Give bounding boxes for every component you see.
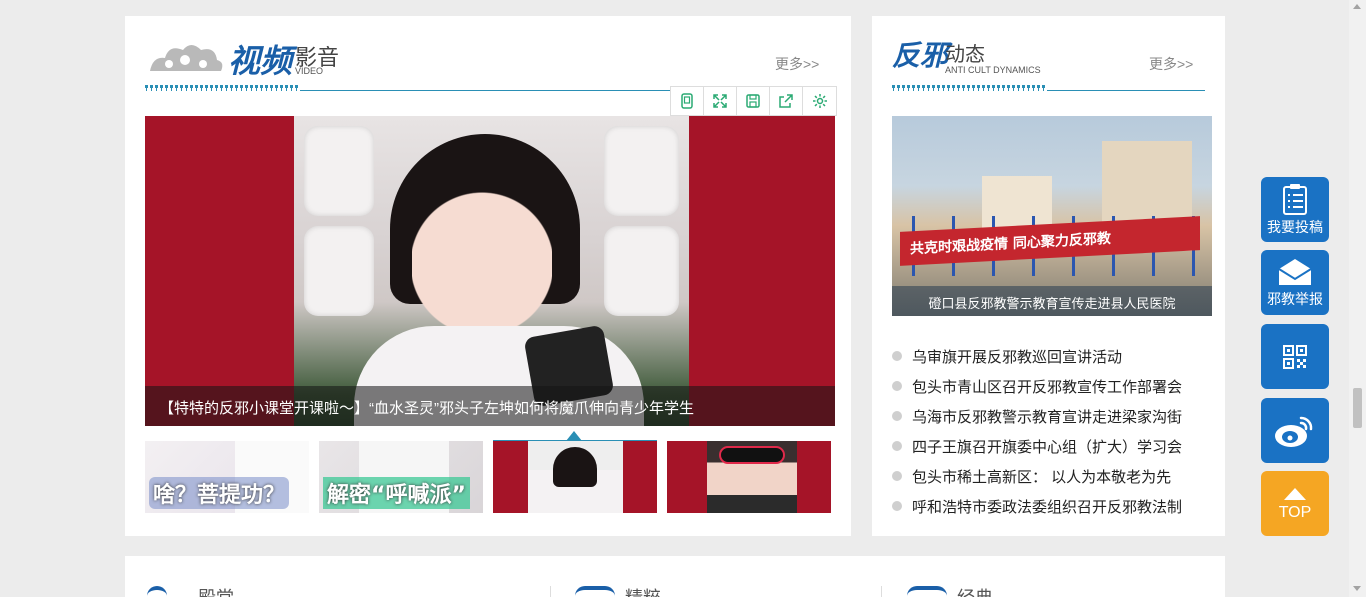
news-image-caption[interactable]: 磴口县反邪教警示教育宣传走进县人民医院 (892, 293, 1212, 312)
news-title-en: ANTI CULT DYNAMICS (945, 65, 1041, 75)
news-item-title: 四子王旗召开旗委中心组（扩大）学习会 (912, 438, 1183, 456)
bullet-icon (892, 381, 902, 391)
news-feature-image[interactable]: 共克时艰战疫情 同心聚力反邪教 磴口县反邪教警示教育宣传走进县人民医院 (892, 116, 1212, 316)
news-image-caption-bar: 磴口县反邪教警示教育宣传走进县人民医院 (892, 286, 1212, 316)
cloud-ornament-icon (150, 45, 223, 71)
share-icon (779, 94, 793, 108)
bottom-divider (550, 586, 551, 597)
bullet-icon (892, 471, 902, 481)
news-item-title: 包头市青山区召开反邪教宣传工作部署会 (912, 378, 1183, 396)
wall-tile (604, 226, 679, 316)
bottom-section-logo (575, 586, 615, 596)
video-thumbnail-label: 解密“呼喊派” (323, 477, 470, 509)
news-list-item[interactable]: 乌审旗开展反邪教巡回宣讲活动 (892, 341, 1212, 371)
qr-code-icon (1283, 344, 1307, 369)
expand-icon (713, 94, 727, 108)
bottom-panel: 殿堂 精粹 经典 (125, 556, 1225, 597)
wall-tile (304, 226, 374, 316)
back-to-top-button[interactable]: TOP (1261, 471, 1329, 536)
video-thumbnail-label: 啥？菩提功？ (149, 477, 290, 509)
qr-code-button[interactable] (1261, 324, 1329, 389)
video-title-en: VIDEO (295, 66, 324, 76)
main-caption-bar: 【特特的反邪小课堂开课啦～】“血水圣灵”邪头子左坤如何将魔爪伸向青少年学生 (145, 386, 835, 426)
video-header-ornament (145, 85, 300, 91)
video-thumbnail[interactable] (667, 441, 831, 513)
news-header-rule (1047, 90, 1205, 91)
pad-icon (681, 93, 693, 109)
video-frame (294, 116, 689, 426)
mail-icon (1278, 258, 1312, 285)
bottom-title-3: 经典 (957, 584, 993, 597)
arrow-up-icon (1284, 487, 1306, 500)
video-panel: 视频 影音 VIDEO 更多>> 【特特的反邪小课堂开课啦～】“血水圣灵”邪头子… (125, 16, 851, 536)
submit-article-button[interactable]: 我要投稿 (1261, 177, 1329, 242)
wall-tile (304, 126, 374, 216)
bottom-divider (881, 586, 882, 597)
bottom-title-1: 殿堂 (198, 584, 234, 597)
main-video-player[interactable]: 【特特的反邪小课堂开课啦～】“血水圣灵”邪头子左坤如何将魔爪伸向青少年学生 (145, 116, 835, 426)
page-scrollbar[interactable] (1349, 0, 1366, 597)
main-video-caption[interactable]: 【特特的反邪小课堂开课啦～】“血水圣灵”邪头子左坤如何将魔爪伸向青少年学生 (159, 397, 694, 418)
report-cult-label: 邪教举报 (1267, 290, 1323, 307)
back-to-top-label: TOP (1278, 503, 1312, 521)
bullet-icon (892, 411, 902, 421)
clipboard-icon (1283, 183, 1307, 215)
slogan-banner: 共克时艰战疫情 同心聚力反邪教 (900, 216, 1200, 266)
save-button[interactable] (737, 87, 770, 115)
slogan-banner-text: 共克时艰战疫情 同心聚力反邪教 (910, 230, 1111, 258)
share-button[interactable] (770, 87, 803, 115)
news-panel: 反邪 动态 ANTI CULT DYNAMICS 更多>> 共克时艰战疫情 同心… (872, 16, 1225, 536)
submit-article-label: 我要投稿 (1267, 218, 1323, 235)
video-more-link[interactable]: 更多>> (775, 54, 819, 74)
video-thumbnail[interactable]: 啥？菩提功？ (145, 441, 309, 513)
thumb-figure-hair (553, 447, 597, 487)
scrollbar-thumb[interactable] (1353, 388, 1362, 428)
weibo-button[interactable] (1261, 398, 1329, 463)
bottom-section-logo (907, 586, 947, 596)
news-item-title: 乌海市反邪教警示教育宣讲走进梁家沟街 (912, 408, 1183, 426)
news-list-item[interactable]: 四子王旗召开旗委中心组（扩大）学习会 (892, 431, 1212, 461)
video-thumbnail[interactable]: 解密“呼喊派” (319, 441, 483, 513)
settings-button[interactable] (803, 87, 836, 115)
video-toolbar (670, 86, 837, 116)
report-cult-button[interactable]: 邪教举报 (1261, 250, 1329, 315)
wall-tile (604, 126, 679, 216)
news-title-cn: 反邪 (892, 39, 949, 72)
bottom-title-2: 精粹 (625, 584, 661, 597)
save-icon (746, 94, 760, 108)
scroll-down-icon[interactable] (1353, 586, 1361, 591)
news-list-item[interactable]: 呼和浩特市委政法委组织召开反邪教法制 (892, 491, 1212, 521)
bottom-section-logo (147, 586, 167, 596)
video-title-cn: 视频 (228, 42, 293, 80)
news-item-title: 包头市稀土高新区： 以人为本敬老为先 (912, 468, 1172, 486)
settings-icon (812, 94, 827, 108)
bullet-icon (892, 501, 902, 511)
scroll-up-icon[interactable] (1353, 4, 1361, 9)
bullet-icon (892, 441, 902, 451)
fullscreen-button[interactable] (704, 87, 737, 115)
pad-view-button[interactable] (671, 87, 704, 115)
weibo-icon (1275, 416, 1313, 447)
video-thumbnail-active[interactable] (493, 441, 657, 513)
news-item-title: 呼和浩特市委政法委组织召开反邪教法制 (912, 498, 1183, 516)
thumb-sunglasses (719, 446, 785, 464)
presenter-face (412, 156, 552, 336)
news-header-ornament (892, 85, 1047, 91)
news-item-title: 乌审旗开展反邪教巡回宣讲活动 (912, 348, 1123, 366)
news-list-item[interactable]: 包头市稀土高新区： 以人为本敬老为先 (892, 461, 1212, 491)
news-more-link[interactable]: 更多>> (1149, 54, 1193, 74)
news-list-item[interactable]: 乌海市反邪教警示教育宣讲走进梁家沟街 (892, 401, 1212, 431)
news-title-sub: 动态 (945, 44, 985, 66)
news-list: 乌审旗开展反邪教巡回宣讲活动 包头市青山区召开反邪教宣传工作部署会 乌海市反邪教… (892, 341, 1212, 521)
bullet-icon (892, 351, 902, 361)
news-list-item[interactable]: 包头市青山区召开反邪教宣传工作部署会 (892, 371, 1212, 401)
